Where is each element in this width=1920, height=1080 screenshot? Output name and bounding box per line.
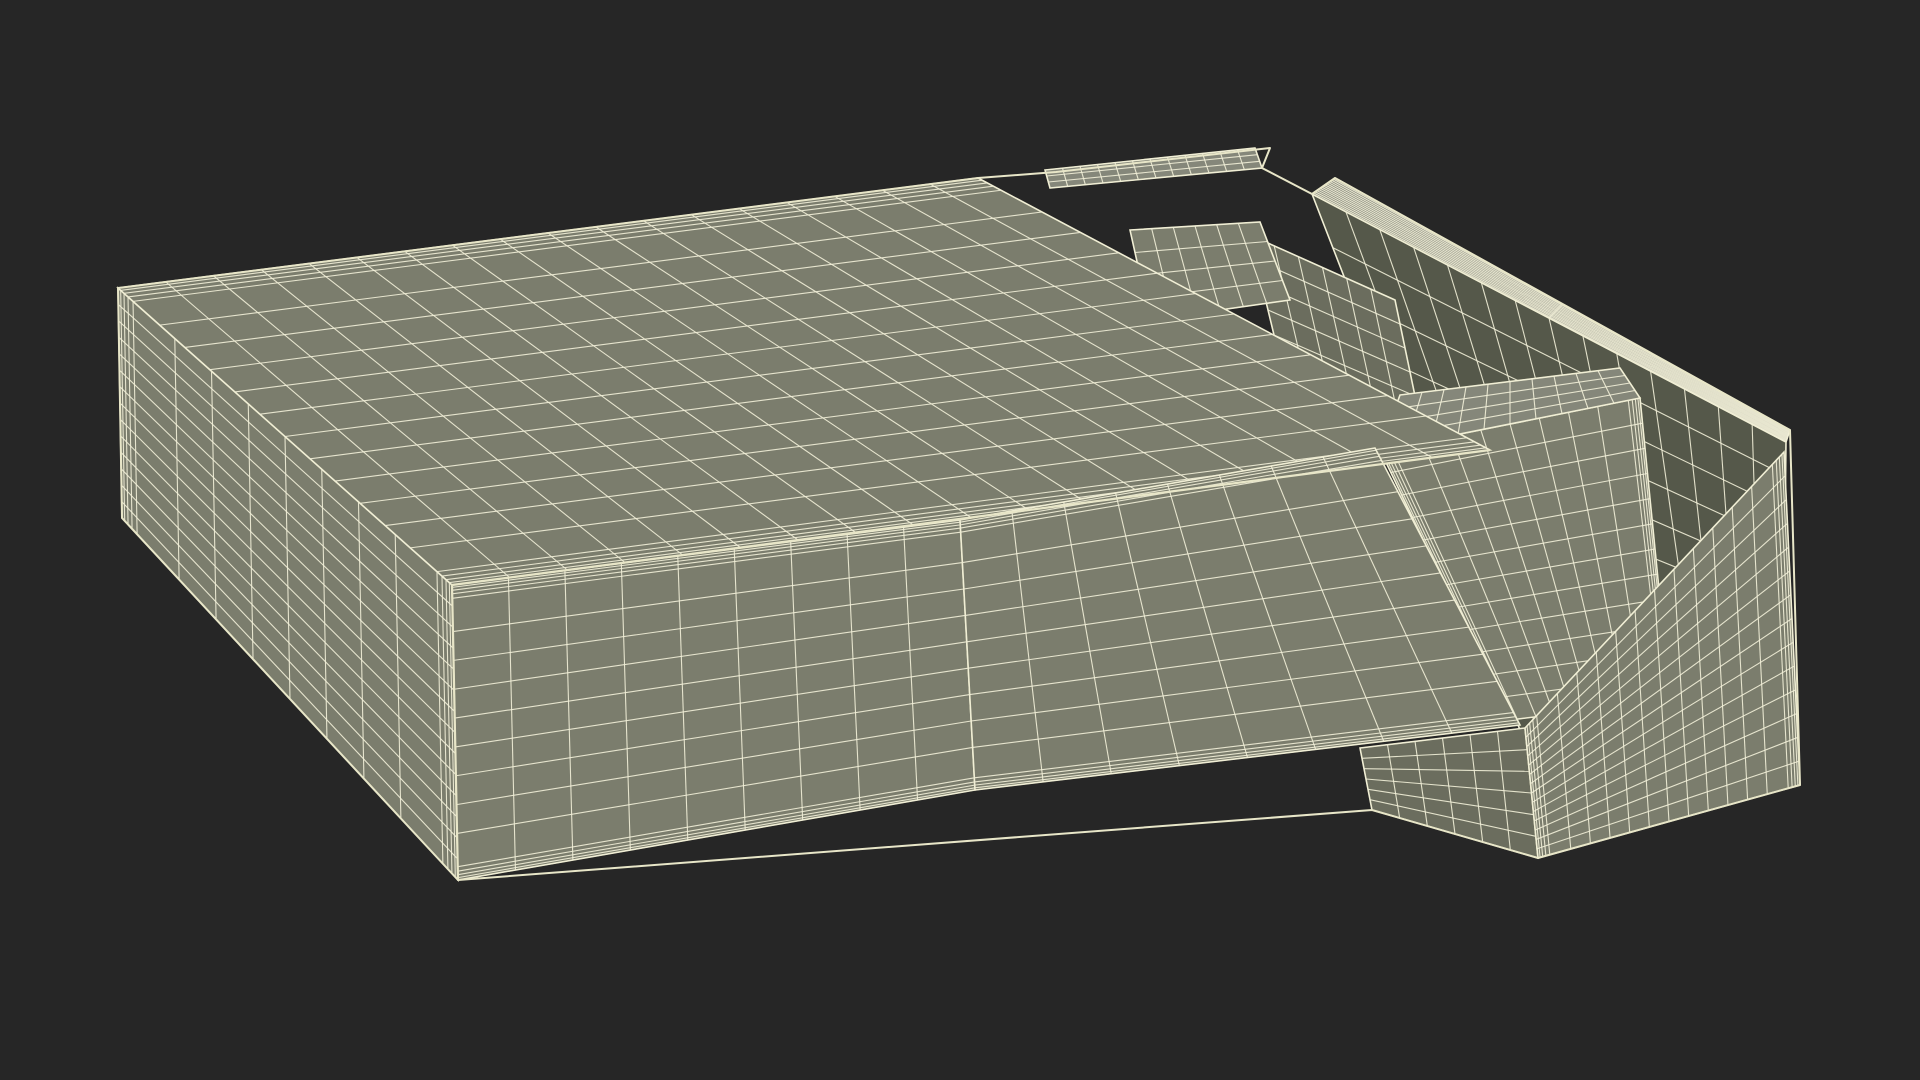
wireframe-render — [0, 0, 1920, 1080]
render-viewport — [0, 0, 1920, 1080]
